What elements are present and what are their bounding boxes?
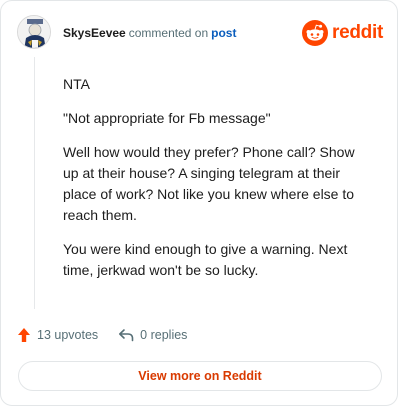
comment-paragraph: NTA bbox=[63, 76, 90, 92]
username[interactable]: SkysEevee bbox=[63, 26, 126, 40]
avatar-image bbox=[18, 16, 50, 48]
reply-arrow-icon bbox=[119, 329, 134, 342]
upvote-arrow-icon bbox=[18, 328, 30, 342]
comment-paragraph: Well how would they prefer? Phone call? … bbox=[63, 144, 355, 223]
embedded-comment-card: SkysEevee commented on post reddit NTA "No… bbox=[0, 0, 398, 406]
upvote-button[interactable]: 13 upvotes bbox=[17, 327, 98, 343]
brand-wordmark: reddit bbox=[332, 22, 383, 43]
comment-header: SkysEevee commented on post reddit bbox=[17, 15, 383, 55]
action-text: commented on bbox=[128, 26, 209, 40]
view-more-label: View more on Reddit bbox=[138, 369, 262, 383]
reddit-snoo-icon bbox=[302, 20, 329, 46]
comment-paragraph: "Not appropriate for Fb message" bbox=[63, 110, 271, 126]
thread-line bbox=[34, 57, 35, 309]
comment-actions: 13 upvotes 0 replies bbox=[17, 323, 187, 347]
comment-paragraph: You were kind enough to give a warning. … bbox=[63, 241, 348, 278]
upvote-count: 13 upvotes bbox=[37, 328, 99, 342]
user-avatar[interactable] bbox=[17, 15, 51, 49]
comment-body: NTA "Not appropriate for Fb message" Wel… bbox=[63, 74, 363, 294]
view-more-button[interactable]: View more on Reddit bbox=[18, 361, 382, 391]
comment-meta: SkysEevee commented on post bbox=[63, 26, 236, 40]
reply-count: 0 replies bbox=[140, 328, 188, 342]
post-link[interactable]: post bbox=[211, 26, 236, 40]
reply-button[interactable]: 0 replies bbox=[118, 328, 187, 342]
reddit-logo[interactable]: reddit bbox=[302, 19, 383, 47]
